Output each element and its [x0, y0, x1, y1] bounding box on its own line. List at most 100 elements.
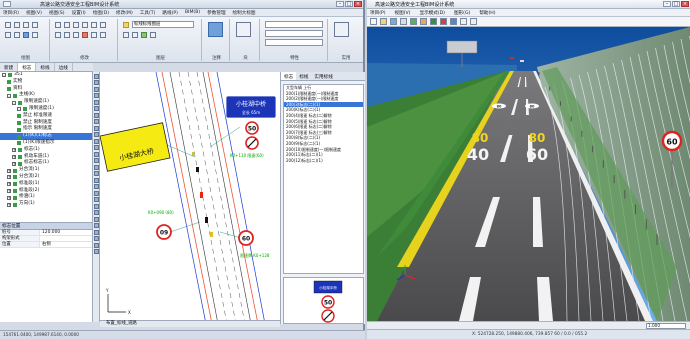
- menu-tools[interactable]: 工具(T): [140, 10, 156, 16]
- open-icon[interactable]: [380, 18, 387, 25]
- tool-icon[interactable]: [94, 86, 99, 92]
- tab-utility-markings[interactable]: 实用标线: [311, 72, 335, 80]
- point-icon[interactable]: [32, 32, 38, 38]
- tree-node[interactable]: (1)(K)限速指示: [0, 140, 92, 147]
- layer-properties-icon[interactable]: [123, 22, 129, 28]
- expand-icon[interactable]: +: [7, 182, 11, 187]
- tool-icon[interactable]: [94, 223, 99, 228]
- close-icon[interactable]: ×: [681, 1, 689, 7]
- tool-icon[interactable]: [94, 138, 99, 144]
- hatch-icon[interactable]: [14, 32, 20, 38]
- menu-settings[interactable]: 设置(I): [72, 10, 86, 16]
- blue-bridge-sign[interactable]: 小桂湖中桥 全长 65m: [225, 95, 277, 119]
- tool-icon[interactable]: [94, 80, 99, 85]
- insert-block-icon[interactable]: [236, 22, 251, 37]
- tool-icon[interactable]: [94, 73, 99, 79]
- erase-icon[interactable]: [82, 32, 88, 38]
- tree-node[interactable]: + 桥涵(1): [0, 194, 92, 201]
- rotate-icon[interactable]: [64, 22, 70, 28]
- tool-icon[interactable]: [94, 249, 99, 254]
- array-icon[interactable]: [73, 32, 79, 38]
- tool-icon[interactable]: [94, 184, 99, 189]
- collapse-icon[interactable]: -: [7, 93, 11, 98]
- tool-icon[interactable]: [94, 132, 99, 137]
- menu-view-2[interactable]: 视图(S): [49, 10, 65, 16]
- line-icon[interactable]: [5, 22, 11, 28]
- property-row[interactable]: 位置 右侧: [0, 242, 92, 248]
- tree-node[interactable]: 资料: [0, 86, 92, 93]
- expand-icon[interactable]: +: [12, 161, 16, 166]
- annotate-text-icon[interactable]: [208, 22, 223, 37]
- tab-marking-library[interactable]: 标线: [296, 72, 311, 80]
- tool-icon[interactable]: [94, 164, 99, 170]
- viewer-menu-view[interactable]: 视图(V): [395, 10, 411, 16]
- menu-draw-large[interactable]: 绘制大标图: [233, 10, 256, 16]
- settings-icon[interactable]: [470, 18, 477, 25]
- tool-icon[interactable]: [94, 119, 99, 124]
- property-value[interactable]: 120.000: [40, 230, 60, 235]
- polyline-icon[interactable]: [14, 22, 20, 28]
- tool-icon[interactable]: [94, 203, 99, 209]
- tree-node[interactable]: (1)(K)(1)标志: [0, 133, 92, 140]
- menu-modify[interactable]: 修改(M): [116, 10, 133, 16]
- layer-match-icon[interactable]: [150, 32, 156, 38]
- move-icon[interactable]: [55, 22, 61, 28]
- tree-node[interactable]: + 标志标志(1): [0, 160, 92, 167]
- tool-icon[interactable]: [94, 112, 99, 118]
- tool-icon[interactable]: [94, 125, 99, 131]
- sign-list-item[interactable]: 200(12)标志(二)(1): [284, 158, 363, 164]
- sign-icon[interactable]: [430, 18, 437, 25]
- play-icon[interactable]: [460, 18, 467, 25]
- menu-view[interactable]: 视图(V): [26, 10, 42, 16]
- layer-freeze-icon[interactable]: [132, 32, 138, 38]
- tool-icon[interactable]: [94, 151, 99, 157]
- tool-icon[interactable]: [94, 158, 99, 163]
- camera-icon[interactable]: [450, 18, 457, 25]
- expand-icon[interactable]: +: [7, 195, 11, 200]
- tree-node[interactable]: + 方向(1): [0, 201, 92, 208]
- color-combo[interactable]: [265, 21, 323, 28]
- layout-tab[interactable]: 布置_标线_道路: [106, 321, 137, 326]
- tab-sign-library[interactable]: 标志: [281, 72, 297, 80]
- tool-icon[interactable]: [94, 106, 99, 111]
- property-value[interactable]: [40, 236, 42, 241]
- tree-node[interactable]: 实物: [0, 79, 92, 86]
- collapse-icon[interactable]: -: [12, 100, 16, 105]
- maximize-icon[interactable]: □: [672, 1, 680, 7]
- terrain-icon[interactable]: [410, 18, 417, 25]
- expand-icon[interactable]: +: [12, 148, 16, 153]
- stretch-icon[interactable]: [55, 32, 61, 38]
- bridge-name-sign[interactable]: 小桂湖大桥: [100, 122, 171, 172]
- close-icon[interactable]: ×: [354, 1, 362, 7]
- layer-combo[interactable]: 标线标线图层: [132, 21, 194, 28]
- layer-lock-icon[interactable]: [141, 32, 147, 38]
- minimize-icon[interactable]: –: [336, 1, 344, 7]
- tool-icon[interactable]: [94, 216, 99, 222]
- tab-signs[interactable]: 标志: [18, 63, 37, 71]
- menu-params[interactable]: 参数管理: [207, 10, 225, 16]
- menu-draw[interactable]: 绘图(D): [93, 10, 109, 16]
- 3d-scene[interactable]: 80 80 80 80 40 60 60: [367, 27, 690, 321]
- tree-node[interactable]: 禁止 标准限速: [0, 113, 92, 120]
- circle-icon[interactable]: [23, 22, 29, 28]
- tool-icon[interactable]: [94, 242, 99, 248]
- zoom-icon[interactable]: [400, 18, 407, 25]
- menu-bim[interactable]: BIM(B): [185, 10, 200, 15]
- app-menu-icon[interactable]: [3, 1, 11, 7]
- speed-limit-09-sign[interactable]: 09: [156, 224, 172, 240]
- tool-icon[interactable]: [94, 236, 99, 241]
- marker-icon[interactable]: [440, 18, 447, 25]
- tab-new[interactable]: 新建: [0, 63, 19, 71]
- tool-icon[interactable]: [94, 171, 99, 176]
- tree-node[interactable]: + 分合流(2): [0, 174, 92, 181]
- expand-icon[interactable]: +: [7, 175, 11, 180]
- new-icon[interactable]: [370, 18, 377, 25]
- speed-limit-60-sign[interactable]: 60: [238, 230, 254, 246]
- expand-icon[interactable]: +: [7, 188, 11, 193]
- measure-icon[interactable]: [334, 22, 349, 37]
- tool-icon[interactable]: [94, 99, 99, 105]
- tree-node[interactable]: - 351: [0, 72, 92, 79]
- scale-icon[interactable]: [64, 32, 70, 38]
- viewer-menu-display[interactable]: 显示模式(D): [419, 10, 445, 16]
- expand-icon[interactable]: +: [7, 202, 11, 207]
